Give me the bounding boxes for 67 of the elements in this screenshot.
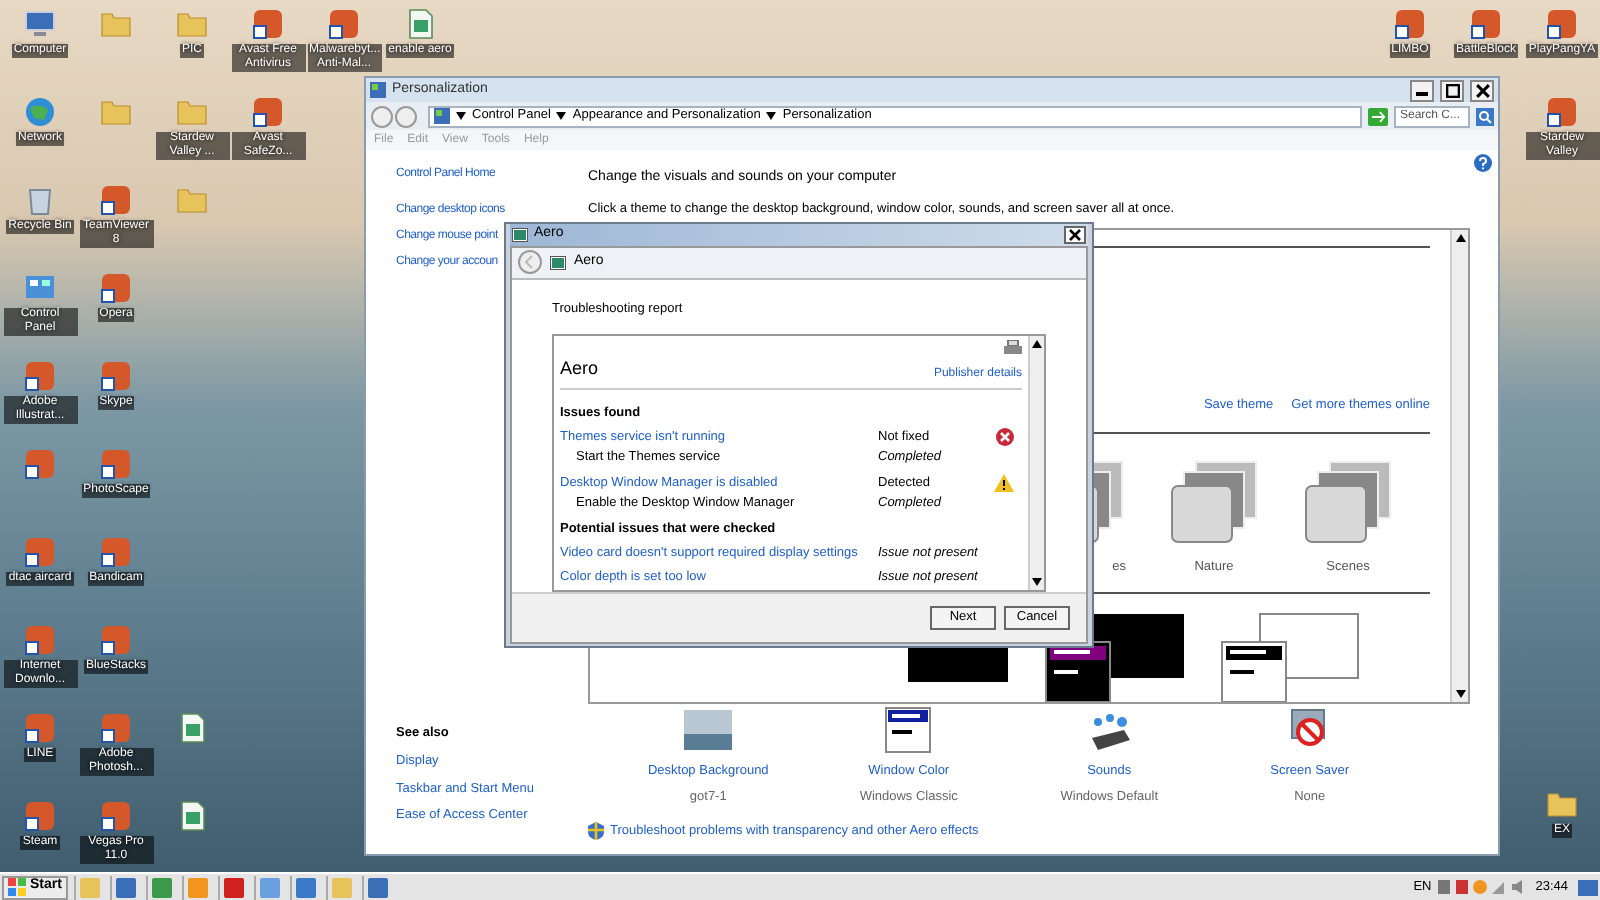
search-icon[interactable] bbox=[1476, 107, 1494, 125]
app-shortcut-icon[interactable] bbox=[100, 624, 132, 656]
refresh-icon[interactable] bbox=[1368, 107, 1388, 125]
help-icon[interactable] bbox=[1474, 154, 1492, 172]
scroll-down-icon[interactable] bbox=[1032, 578, 1042, 587]
close-button[interactable] bbox=[1470, 79, 1494, 101]
scroll-down-icon[interactable] bbox=[1455, 690, 1465, 699]
app-shortcut-icon[interactable] bbox=[1394, 8, 1426, 40]
computer-icon[interactable] bbox=[24, 8, 56, 40]
shield-icon bbox=[588, 822, 604, 841]
app-shortcut-icon[interactable] bbox=[1546, 8, 1578, 40]
maximize-button[interactable] bbox=[1440, 79, 1464, 101]
scroll-up-icon[interactable] bbox=[1455, 234, 1465, 243]
app-shortcut-icon[interactable] bbox=[1546, 96, 1578, 128]
maximize-icon bbox=[1445, 83, 1459, 97]
control-panel-icon[interactable] bbox=[24, 272, 56, 304]
app-shortcut-icon[interactable] bbox=[252, 8, 284, 40]
control-panel-icon bbox=[434, 108, 450, 124]
document-icon[interactable] bbox=[404, 8, 436, 40]
document-icon[interactable] bbox=[176, 712, 208, 744]
theme-thumbnail-icon[interactable] bbox=[1302, 458, 1394, 549]
window-color-icon[interactable] bbox=[884, 706, 933, 755]
error-icon bbox=[995, 428, 1013, 446]
scroll-up-icon[interactable] bbox=[1032, 340, 1042, 349]
warning-icon bbox=[994, 474, 1014, 492]
caret-icon[interactable] bbox=[766, 112, 777, 120]
app-shortcut-icon[interactable] bbox=[100, 360, 132, 392]
app-shortcut-icon[interactable] bbox=[24, 448, 56, 480]
printer-icon[interactable] bbox=[1004, 340, 1022, 357]
taskbar-app-icon[interactable] bbox=[289, 875, 320, 899]
taskbar-app-icon[interactable] bbox=[145, 875, 176, 899]
troubleshooter-icon bbox=[550, 255, 566, 269]
show-desktop-icon[interactable] bbox=[1578, 879, 1598, 895]
taskbar-app-icon[interactable] bbox=[217, 875, 248, 899]
windows-logo-icon bbox=[8, 878, 26, 896]
app-shortcut-icon[interactable] bbox=[252, 96, 284, 128]
caret-icon[interactable] bbox=[456, 112, 466, 120]
minimize-icon bbox=[1416, 91, 1428, 95]
taskbar-app-icon[interactable] bbox=[361, 875, 392, 899]
app-shortcut-icon[interactable] bbox=[100, 800, 132, 832]
scrollbar[interactable] bbox=[1028, 336, 1044, 591]
document-icon[interactable] bbox=[176, 800, 208, 832]
app-shortcut-icon[interactable] bbox=[100, 448, 132, 480]
close-icon bbox=[1475, 83, 1489, 97]
app-shortcut-icon[interactable] bbox=[24, 536, 56, 568]
close-icon bbox=[1068, 227, 1082, 242]
app-shortcut-icon[interactable] bbox=[100, 536, 132, 568]
app-shortcut-icon[interactable] bbox=[100, 712, 132, 744]
app-shortcut-icon[interactable] bbox=[328, 8, 360, 40]
report-title: Aero bbox=[560, 356, 599, 383]
caret-icon[interactable] bbox=[556, 112, 567, 120]
theme-thumbnail-icon[interactable] bbox=[1168, 458, 1260, 549]
taskbar-app-icon[interactable] bbox=[109, 875, 140, 899]
window-icon bbox=[370, 82, 386, 98]
app-shortcut-icon[interactable] bbox=[24, 712, 56, 744]
app-shortcut-icon[interactable] bbox=[100, 184, 132, 216]
scrollbar[interactable] bbox=[1450, 230, 1468, 703]
app-shortcut-icon[interactable] bbox=[1470, 8, 1502, 40]
app-shortcut-icon[interactable] bbox=[100, 272, 132, 304]
wallpaper-thumbnail-icon[interactable] bbox=[684, 706, 733, 755]
tray-icons-drawing[interactable] bbox=[1437, 878, 1526, 896]
close-button[interactable] bbox=[1064, 225, 1086, 244]
app-shortcut-icon[interactable] bbox=[24, 624, 56, 656]
app-shortcut-icon[interactable] bbox=[24, 360, 56, 392]
app-shortcut-icon[interactable] bbox=[24, 800, 56, 832]
troubleshooter-icon bbox=[512, 227, 528, 242]
minimize-button[interactable] bbox=[1410, 79, 1434, 101]
